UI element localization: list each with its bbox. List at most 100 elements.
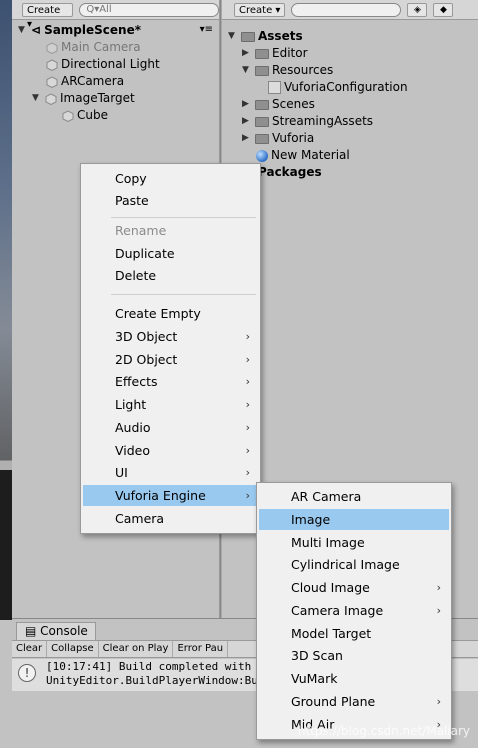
chevron-right-icon: › xyxy=(245,466,250,479)
collapsed-triangle-icon[interactable]: ▶ xyxy=(242,113,252,130)
collapsed-triangle-icon[interactable]: ▶ xyxy=(242,45,252,62)
item-label: New Material xyxy=(271,148,350,162)
folder-icon xyxy=(255,133,269,144)
menu-item-2d-object[interactable]: 2D Object › xyxy=(83,349,258,370)
expand-triangle-icon[interactable]: ▼ xyxy=(228,28,238,45)
project-item-assets[interactable]: ▼ Assets xyxy=(228,28,303,45)
menu-item-duplicate[interactable]: Duplicate xyxy=(83,243,258,264)
submenu-item-vumark[interactable]: VuMark xyxy=(259,668,449,689)
expand-triangle-icon[interactable]: ▼ xyxy=(32,90,42,107)
hierarchy-item-arcamera[interactable]: ARCamera xyxy=(46,73,124,90)
tab-label: Console xyxy=(40,624,88,638)
expand-triangle-icon[interactable]: ▼ xyxy=(242,62,252,79)
project-create-button[interactable]: Create ▾ xyxy=(234,2,286,17)
menu-separator xyxy=(111,217,256,218)
submenu-item-image[interactable]: Image xyxy=(259,509,449,530)
menu-item-paste[interactable]: Paste xyxy=(83,190,258,211)
folder-icon xyxy=(255,99,269,110)
vuforia-submenu: AR Camera Image Multi Image Cylindrical … xyxy=(256,482,452,740)
menu-item-vuforia-engine[interactable]: Vuforia Engine › xyxy=(83,485,258,506)
chevron-right-icon: › xyxy=(245,398,250,411)
menu-item-video[interactable]: Video › xyxy=(83,440,258,461)
config-asset-icon xyxy=(268,81,281,94)
clear-on-play-button[interactable]: Clear on Play xyxy=(99,641,174,657)
context-menu: Copy Paste Rename Duplicate Delete Creat… xyxy=(80,163,261,534)
chevron-right-icon: › xyxy=(245,444,250,457)
submenu-item-ar-camera[interactable]: AR Camera xyxy=(259,486,449,507)
item-label: Directional Light xyxy=(61,57,160,71)
gameobject-icon xyxy=(46,75,58,88)
folder-icon xyxy=(255,48,269,59)
collapse-button[interactable]: Collapse xyxy=(47,641,99,657)
menu-item-create-empty[interactable]: Create Empty xyxy=(83,303,258,324)
menu-item-copy[interactable]: Copy xyxy=(83,168,258,189)
clear-button[interactable]: Clear xyxy=(12,641,48,657)
create-label: Create xyxy=(27,4,61,16)
chevron-right-icon: › xyxy=(436,604,441,617)
scene-view-strip xyxy=(0,0,12,470)
hierarchy-toolbar: Create ▾ Q▾All xyxy=(12,0,219,30)
project-item-new-material[interactable]: New Material xyxy=(256,147,350,164)
submenu-item-3d-scan[interactable]: 3D Scan xyxy=(259,645,449,666)
error-pause-button[interactable]: Error Pau xyxy=(173,641,229,657)
menu-label: Audio xyxy=(115,420,151,435)
filter-by-label-icon[interactable]: ◆ xyxy=(433,2,454,17)
submenu-item-model-target[interactable]: Model Target xyxy=(259,623,449,644)
log-line: UnityEditor.BuildPlayerWindow:Buil xyxy=(46,674,272,687)
item-label: VuforiaConfiguration xyxy=(284,80,408,94)
gameobject-icon xyxy=(46,41,58,54)
submenu-item-cylindrical-image[interactable]: Cylindrical Image xyxy=(259,554,449,575)
item-label: Editor xyxy=(272,46,308,60)
project-item-editor[interactable]: ▶ Editor xyxy=(242,45,308,62)
project-item-vuforia[interactable]: ▶ Vuforia xyxy=(242,130,314,147)
item-label: Assets xyxy=(258,29,303,43)
item-label: Cube xyxy=(77,108,108,122)
menu-label: Cloud Image xyxy=(291,580,370,595)
collapsed-triangle-icon[interactable]: ▶ xyxy=(242,96,252,113)
project-item-vuforia-configuration[interactable]: VuforiaConfiguration xyxy=(268,79,408,96)
folder-icon xyxy=(241,31,255,42)
scene-row[interactable]: ▼ ⊲ SampleScene* xyxy=(18,22,141,39)
console-icon: ▤ xyxy=(25,624,37,638)
submenu-item-cloud-image[interactable]: Cloud Image › xyxy=(259,577,449,598)
tab-console[interactable]: ▤ Console xyxy=(16,622,96,640)
menu-item-light[interactable]: Light › xyxy=(83,394,258,415)
menu-item-delete[interactable]: Delete xyxy=(83,265,258,286)
menu-item-effects[interactable]: Effects › xyxy=(83,371,258,392)
menu-label: Vuforia Engine xyxy=(115,488,206,503)
filter-by-type-icon[interactable]: ◈ xyxy=(407,2,428,17)
menu-label: UI xyxy=(115,465,128,480)
project-item-resources[interactable]: ▼ Resources xyxy=(242,62,333,79)
submenu-item-ground-plane[interactable]: Ground Plane › xyxy=(259,691,449,712)
chevron-right-icon: › xyxy=(245,421,250,434)
project-item-streaming-assets[interactable]: ▶ StreamingAssets xyxy=(242,113,373,130)
menu-label: 3D Object xyxy=(115,329,178,344)
expand-triangle-icon[interactable]: ▼ xyxy=(18,22,28,39)
hierarchy-item-directional-light[interactable]: Directional Light xyxy=(46,56,160,73)
menu-item-camera[interactable]: Camera xyxy=(83,508,258,529)
gameobject-icon xyxy=(62,109,74,122)
scene-menu-icon[interactable]: ▾≡ xyxy=(200,24,213,35)
item-label: StreamingAssets xyxy=(272,114,374,128)
menu-item-ui[interactable]: UI › xyxy=(83,462,258,483)
item-label: ARCamera xyxy=(61,74,125,88)
chevron-right-icon: › xyxy=(245,489,250,502)
unity-scene-icon: ⊲ xyxy=(31,23,42,37)
hierarchy-item-main-camera[interactable]: Main Camera xyxy=(46,39,141,56)
project-search-input[interactable] xyxy=(291,2,402,17)
hierarchy-search-input[interactable]: Q▾All xyxy=(79,2,219,17)
item-label: Resources xyxy=(272,63,334,77)
gameobject-icon xyxy=(46,58,58,71)
log-line: [10:17:41] Build completed with a xyxy=(46,660,265,673)
submenu-item-camera-image[interactable]: Camera Image › xyxy=(259,600,449,621)
collapsed-triangle-icon[interactable]: ▶ xyxy=(242,130,252,147)
chevron-right-icon: › xyxy=(245,375,250,388)
hierarchy-item-imagetarget[interactable]: ▼ ImageTarget xyxy=(32,90,135,107)
menu-item-3d-object[interactable]: 3D Object › xyxy=(83,326,258,347)
project-item-scenes[interactable]: ▶ Scenes xyxy=(242,96,315,113)
hierarchy-item-cube[interactable]: Cube xyxy=(62,107,108,124)
submenu-item-multi-image[interactable]: Multi Image xyxy=(259,532,449,553)
hierarchy-create-button[interactable]: Create ▾ xyxy=(22,2,74,30)
menu-item-audio[interactable]: Audio › xyxy=(83,417,258,438)
chevron-right-icon: › xyxy=(436,581,441,594)
